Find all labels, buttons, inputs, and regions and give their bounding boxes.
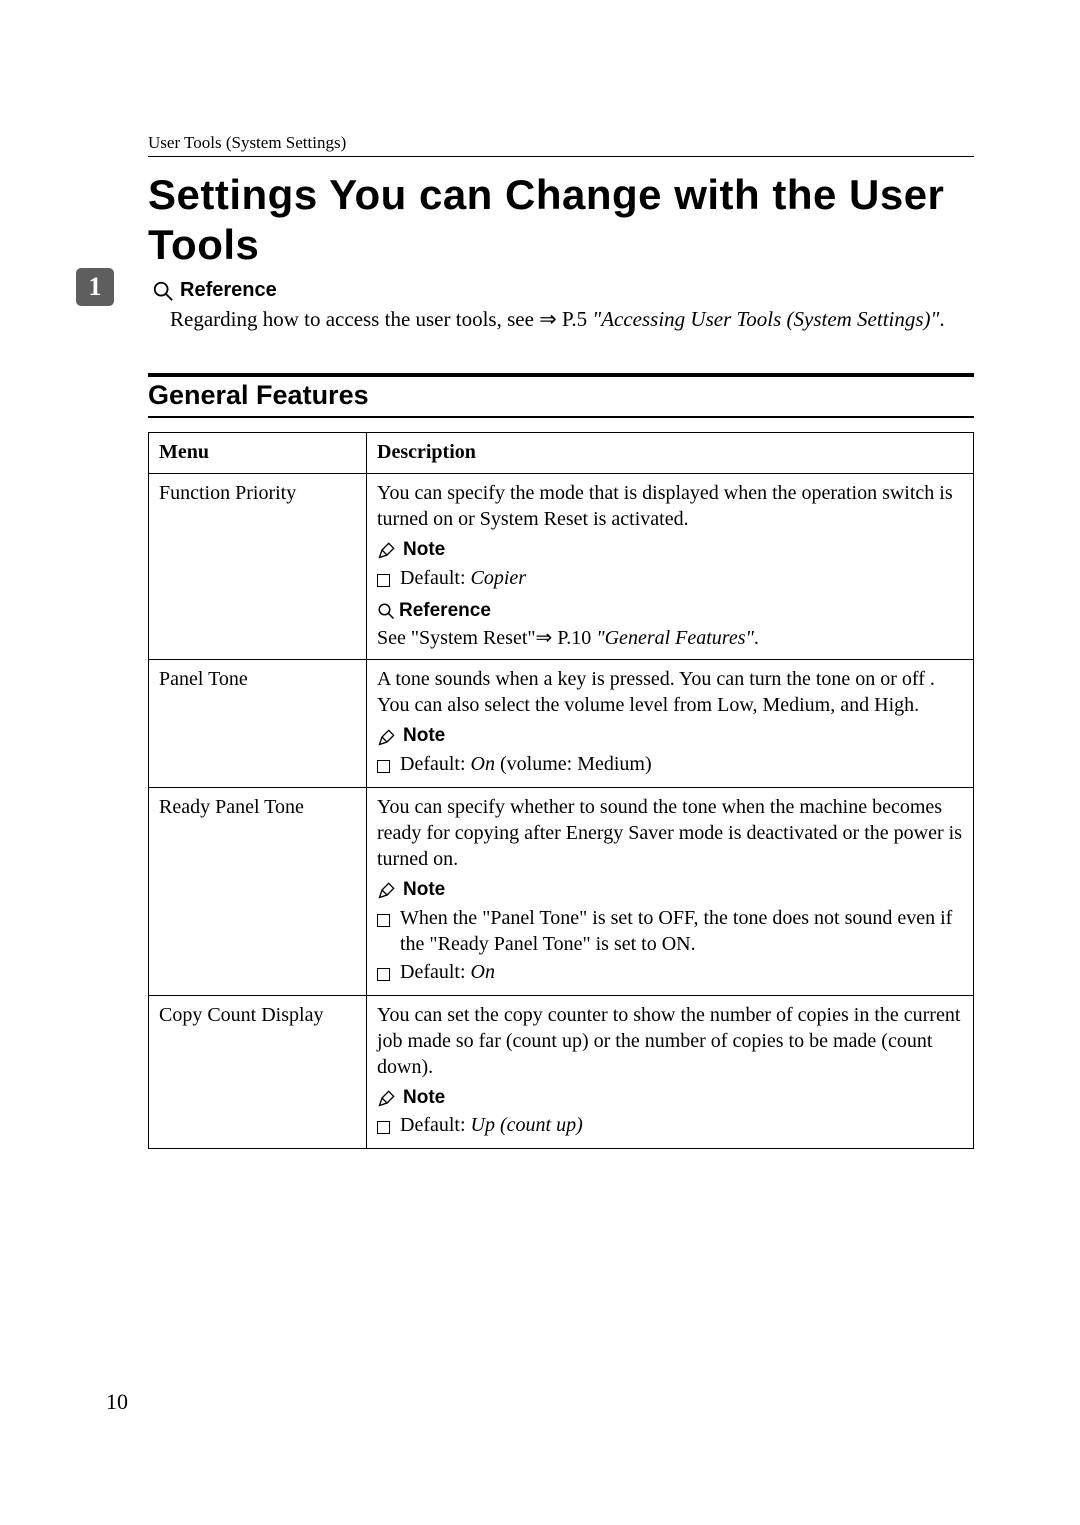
running-header: User Tools (System Settings) <box>148 133 974 153</box>
reference-label: Reference <box>399 599 491 624</box>
ref-cell-text: See "System Reset"⇒ P.10 "General Featur… <box>377 625 965 651</box>
pencil-icon <box>377 1088 397 1108</box>
section-title: General Features <box>148 380 369 411</box>
table-row: Copy Count Display You can set the copy … <box>149 995 974 1149</box>
pencil-icon <box>377 880 397 900</box>
magnifier-icon <box>152 280 174 302</box>
desc-cell: A tone sounds when a key is pressed. You… <box>367 660 974 788</box>
main-title: Settings You can Change with the User To… <box>148 170 974 269</box>
bullet-line: Default: On <box>377 959 965 985</box>
reference-heading: Reference <box>377 599 965 624</box>
note-label: Note <box>403 538 445 563</box>
menu-cell: Ready Panel Tone <box>149 788 367 996</box>
note-heading: Note <box>377 878 965 903</box>
bullet-text: When the "Panel Tone" is set to OFF, the… <box>400 905 965 957</box>
default-prefix: Default: <box>400 1114 471 1136</box>
col-header-menu: Menu <box>149 433 367 474</box>
table-row: Panel Tone A tone sounds when a key is p… <box>149 660 974 788</box>
arrow-icon: ⇒ <box>539 308 557 331</box>
bullet-box-icon <box>377 914 390 927</box>
note-heading: Note <box>377 1086 965 1111</box>
reference-label: Reference <box>180 279 277 302</box>
note-label: Note <box>403 878 445 903</box>
ref-text-before: See "System Reset" <box>377 627 536 649</box>
default-value: On <box>471 961 495 983</box>
default-prefix: Default: <box>400 567 471 589</box>
bullet-line: Default: Copier <box>377 565 965 591</box>
menu-cell: Function Priority <box>149 474 367 660</box>
bullet-line: Default: Up (count up) <box>377 1112 965 1138</box>
bullet-line: Default: On (volume: Medium) <box>377 751 965 777</box>
col-header-desc: Description <box>367 433 974 474</box>
ref-italic: "Accessing User Tools (System Settings)" <box>592 307 939 331</box>
bullet-line: When the "Panel Tone" is set to OFF, the… <box>377 905 965 957</box>
menu-cell: Panel Tone <box>149 660 367 788</box>
ref-text-before: Regarding how to access the user tools, … <box>170 307 539 331</box>
ref-page: P.10 <box>552 627 596 649</box>
page: User Tools (System Settings) Settings Yo… <box>0 0 1080 1525</box>
section-rule-bottom <box>148 416 974 418</box>
reference-text: Regarding how to access the user tools, … <box>170 306 974 334</box>
magnifier-icon <box>377 602 395 620</box>
pencil-icon <box>377 727 397 747</box>
default-prefix: Default: <box>400 753 471 775</box>
table-header-row: Menu Description <box>149 433 974 474</box>
desc-text: A tone sounds when a key is pressed. You… <box>377 666 965 718</box>
menu-cell: Copy Count Display <box>149 995 367 1149</box>
note-label: Note <box>403 1086 445 1111</box>
bullet-text: Default: On (volume: Medium) <box>400 751 965 777</box>
ref-page: P.5 <box>557 307 593 331</box>
bullet-box-icon <box>377 760 390 773</box>
note-label: Note <box>403 724 445 749</box>
bullet-box-icon <box>377 1121 390 1134</box>
default-value: Up (count up) <box>471 1114 583 1136</box>
ref-after: . <box>939 307 944 331</box>
default-suffix: (volume: Medium) <box>495 753 652 775</box>
default-value: On <box>471 753 495 775</box>
note-heading: Note <box>377 538 965 563</box>
bullet-text: Default: Up (count up) <box>400 1112 965 1138</box>
ref-after: . <box>754 627 759 649</box>
bullet-box-icon <box>377 574 390 587</box>
desc-cell: You can specify whether to sound the ton… <box>367 788 974 996</box>
bullet-text: Default: On <box>400 959 965 985</box>
table-row: Ready Panel Tone You can specify whether… <box>149 788 974 996</box>
desc-cell: You can set the copy counter to show the… <box>367 995 974 1149</box>
pencil-icon <box>377 540 397 560</box>
table-row: Function Priority You can specify the mo… <box>149 474 974 660</box>
desc-text: You can specify whether to sound the ton… <box>377 794 965 872</box>
default-prefix: Default: <box>400 961 471 983</box>
bullet-box-icon <box>377 968 390 981</box>
page-number: 10 <box>106 1389 128 1415</box>
note-heading: Note <box>377 724 965 749</box>
header-rule <box>148 156 974 157</box>
reference-heading: Reference <box>152 279 974 302</box>
bullet-text: Default: Copier <box>400 565 965 591</box>
arrow-icon: ⇒ <box>536 627 553 649</box>
desc-text: You can specify the mode that is display… <box>377 480 965 532</box>
settings-table: Menu Description Function Priority You c… <box>148 432 974 1149</box>
reference-block: Reference Regarding how to access the us… <box>152 279 974 334</box>
desc-cell: You can specify the mode that is display… <box>367 474 974 660</box>
chapter-tab: 1 <box>76 268 114 306</box>
desc-text: You can set the copy counter to show the… <box>377 1002 965 1080</box>
ref-italic: "General Features" <box>596 627 754 649</box>
default-value: Copier <box>471 567 527 589</box>
section-rule-top <box>148 373 974 377</box>
